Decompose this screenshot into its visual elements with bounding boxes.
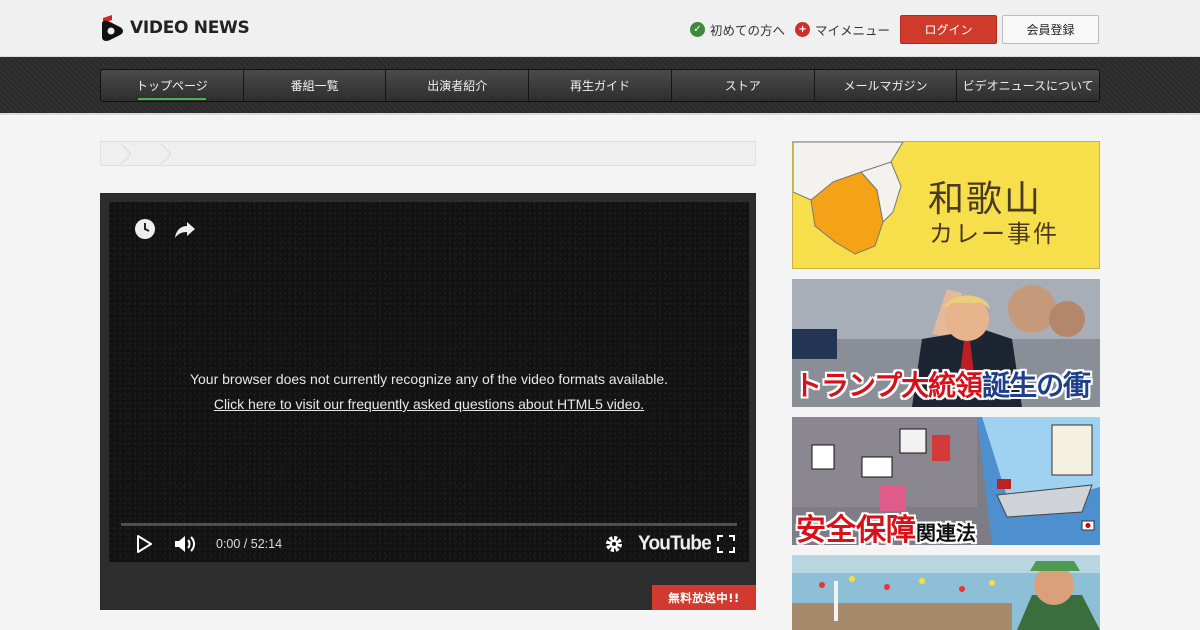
main-nav: トップページ 番組一覧 出演者紹介 再生ガイド ストア メールマガジン ビデオニ… — [100, 69, 1100, 102]
first-time-label: 初めての方へ — [710, 23, 786, 38]
fullscreen-icon[interactable] — [715, 532, 737, 556]
banner-wakayama-curry[interactable]: 和歌山 カレー事件 — [792, 141, 1100, 269]
banner-title-small: 関連法 — [916, 521, 976, 545]
chevron-right-icon — [120, 144, 132, 164]
check-icon: ✓ — [690, 22, 705, 37]
banner-security-law[interactable]: 安全保障関連法 — [792, 417, 1100, 545]
site-logo[interactable]: VIDEO NEWS — [100, 14, 250, 42]
video-area[interactable]: Your browser does not currently recogniz… — [109, 202, 749, 562]
nav-item-mail-magazine[interactable]: メールマガジン — [814, 70, 958, 101]
unsupported-format-text: Your browser does not currently recogniz… — [189, 371, 669, 387]
logo-text: VIDEO NEWS — [130, 18, 250, 38]
first-time-link[interactable]: ✓ 初めての方へ — [690, 20, 785, 39]
nav-item-programs[interactable]: 番組一覧 — [243, 70, 387, 101]
banner-okinawa[interactable] — [792, 555, 1100, 630]
video-player: Your browser does not currently recogniz… — [100, 193, 756, 610]
share-icon[interactable] — [173, 217, 197, 241]
nav-item-about[interactable]: ビデオニュースについて — [957, 70, 1099, 101]
chevron-right-icon — [160, 144, 172, 164]
html5-faq-link[interactable]: Click here to visit our frequently asked… — [109, 392, 749, 417]
banner-trump[interactable]: トランプ大統領誕生の衝撃 — [792, 279, 1100, 407]
nav-item-playback-guide[interactable]: 再生ガイド — [529, 70, 672, 101]
logo-mark-icon — [102, 15, 123, 41]
banner-title-big: 安全保障 — [796, 513, 916, 545]
nav-item-store[interactable]: ストア — [671, 70, 815, 101]
banner-subtitle: カレー事件 — [929, 220, 1059, 248]
banner-title-red: トランプ大統領 — [794, 369, 983, 402]
header-links: ✓ 初めての方へ + マイメニュー — [690, 20, 890, 39]
banner-title: 安全保障関連法 — [796, 505, 976, 545]
register-button[interactable]: 会員登録 — [1002, 15, 1099, 44]
progress-bar[interactable] — [121, 523, 737, 526]
main-navbar: トップページ 番組一覧 出演者紹介 再生ガイド ストア メールマガジン ビデオニ… — [0, 57, 1200, 115]
login-button[interactable]: ログイン — [900, 15, 997, 44]
site-header: VIDEO NEWS ✓ 初めての方へ + マイメニュー ログイン 会員登録 — [0, 0, 1200, 57]
youtube-logo[interactable]: YouTube — [638, 531, 712, 556]
my-menu-label: マイメニュー — [815, 23, 891, 38]
nav-item-top[interactable]: トップページ — [101, 70, 244, 101]
plus-icon: + — [795, 22, 811, 37]
breadcrumb — [100, 141, 756, 166]
banner-title: トランプ大統領誕生の衝撃 — [794, 364, 1100, 407]
my-menu-link[interactable]: + マイメニュー — [795, 20, 890, 39]
volume-icon[interactable] — [173, 532, 197, 556]
okinawa-protest-photo — [792, 555, 1100, 630]
play-icon[interactable] — [133, 532, 155, 556]
nav-item-casts[interactable]: 出演者紹介 — [386, 70, 530, 101]
watch-later-icon[interactable] — [133, 217, 157, 241]
video-error-message: Your browser does not currently recogniz… — [109, 367, 749, 417]
time-display: 0:00 / 52:14 — [216, 537, 283, 551]
player-controls: 0:00 / 52:14 YouTube — [121, 532, 737, 556]
settings-gear-icon[interactable] — [603, 532, 625, 556]
free-broadcast-badge[interactable]: 無料放送中!! — [652, 585, 756, 610]
